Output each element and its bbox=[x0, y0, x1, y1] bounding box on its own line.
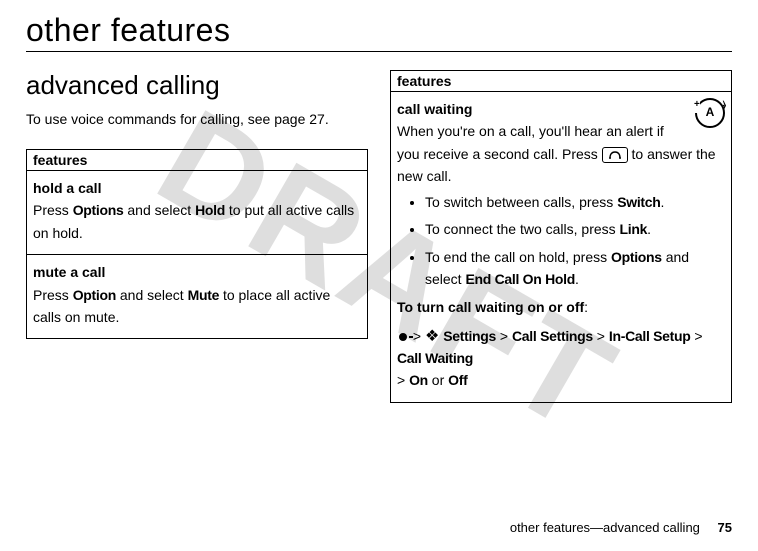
key-switch: Switch bbox=[617, 194, 660, 210]
toggle-instruction: To turn call waiting on or off: bbox=[397, 296, 725, 318]
text-or: or bbox=[428, 372, 448, 388]
list-item: To connect the two calls, press Link. bbox=[425, 219, 725, 241]
feature-title: call waiting bbox=[397, 101, 472, 117]
list-item: To end the call on hold, press Options a… bbox=[425, 247, 725, 290]
columns: advanced calling To use voice commands f… bbox=[26, 70, 732, 403]
bullet-list: To switch between calls, press Switch. T… bbox=[397, 192, 725, 291]
menu-path: > ❖ Settings > Call Settings > In-Call S… bbox=[397, 325, 725, 392]
send-key-icon bbox=[602, 147, 628, 163]
icon-letter: A bbox=[706, 103, 715, 122]
intro-page-ref: 27 bbox=[309, 111, 325, 127]
text: To end the call on hold, press bbox=[425, 249, 611, 265]
text: Press bbox=[33, 287, 73, 303]
key-link: Link bbox=[620, 221, 648, 237]
page-content: other features advanced calling To use v… bbox=[0, 0, 758, 403]
text: Press bbox=[33, 202, 73, 218]
text: . bbox=[575, 271, 579, 287]
page-footer: other features—advanced calling 75 bbox=[510, 520, 732, 535]
key-hold: Hold bbox=[195, 202, 225, 218]
feature-call-waiting: + A ⦒ call waiting When you're on a call… bbox=[391, 92, 731, 402]
text: and select bbox=[116, 287, 188, 303]
center-key-icon bbox=[397, 331, 409, 343]
page-number: 75 bbox=[718, 520, 732, 535]
text: To connect the two calls, press bbox=[425, 221, 620, 237]
section-heading: advanced calling bbox=[26, 70, 368, 101]
path-off: Off bbox=[448, 372, 467, 388]
footer-text: other features—advanced calling bbox=[510, 520, 700, 535]
key-options: Options bbox=[73, 202, 124, 218]
text: and select bbox=[123, 202, 195, 218]
path-call-waiting: Call Waiting bbox=[397, 350, 473, 366]
left-feature-box: features hold a call Press Options and s… bbox=[26, 149, 368, 339]
text: . bbox=[647, 221, 651, 237]
right-feature-box: features + A ⦒ call waiting When you're … bbox=[390, 70, 732, 403]
text: . bbox=[661, 194, 665, 210]
path-on: On bbox=[409, 372, 428, 388]
title-rule bbox=[26, 51, 732, 52]
toggle-label: To turn call waiting on or off bbox=[397, 299, 584, 315]
right-column: features + A ⦒ call waiting When you're … bbox=[390, 70, 732, 403]
gear-icon: ❖ bbox=[425, 329, 439, 345]
key-mute: Mute bbox=[188, 287, 219, 303]
intro-suffix: . bbox=[325, 111, 329, 127]
text: To switch between calls, press bbox=[425, 194, 617, 210]
left-box-header: features bbox=[27, 150, 367, 171]
key-option: Option bbox=[73, 287, 116, 303]
path-settings: Settings bbox=[443, 328, 496, 344]
key-end-call-on-hold: End Call On Hold bbox=[465, 271, 575, 287]
feature-title: hold a call bbox=[33, 180, 101, 196]
sound-wave-icon: ⦒ bbox=[723, 98, 726, 114]
path-call-settings: Call Settings bbox=[512, 328, 593, 344]
plus-icon: + bbox=[694, 97, 700, 113]
accessibility-icon: + A ⦒ bbox=[695, 98, 725, 128]
feature-title: mute a call bbox=[33, 264, 105, 280]
intro-text: To use voice commands for calling, see p… bbox=[26, 111, 368, 127]
key-options: Options bbox=[611, 249, 662, 265]
left-column: advanced calling To use voice commands f… bbox=[26, 70, 368, 403]
list-item: To switch between calls, press Switch. bbox=[425, 192, 725, 214]
page-title: other features bbox=[26, 12, 732, 49]
path-incall-setup: In-Call Setup bbox=[609, 328, 691, 344]
right-box-header: features bbox=[391, 71, 731, 92]
intro-prefix: To use voice commands for calling, see p… bbox=[26, 111, 309, 127]
feature-mute-call: mute a call Press Option and select Mute… bbox=[27, 255, 367, 338]
feature-hold-call: hold a call Press Options and select Hol… bbox=[27, 171, 367, 255]
